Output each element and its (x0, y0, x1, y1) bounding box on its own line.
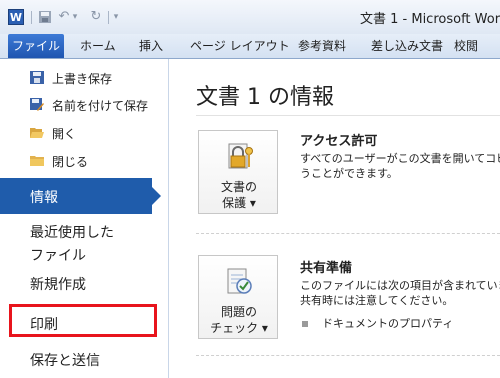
word-app-icon[interactable]: W (8, 9, 24, 25)
tab-page-layout[interactable]: ページ レイアウト (190, 34, 290, 58)
sidebar-item-save-as[interactable]: 名前を付けて保存 (0, 97, 168, 115)
save-icon (30, 71, 44, 84)
prepare-sharing-title: 共有準備 (300, 261, 353, 276)
close-folder-icon (30, 156, 44, 166)
sidebar-item-label: ファイル (30, 248, 86, 264)
sidebar-item-label: 上書き保存 (52, 72, 113, 86)
tab-insert[interactable]: 挿入 (139, 34, 163, 58)
qat-separator (108, 11, 109, 24)
section-divider (196, 355, 500, 356)
description-line: うことができます。 (300, 167, 398, 180)
permissions-title: アクセス許可 (300, 134, 378, 149)
sidebar-item-label: 開く (52, 127, 77, 141)
ribbon-tab-bar: ファイル ホーム 挿入 ページ レイアウト 参考資料 差し込み文書 校閲 (0, 34, 500, 59)
title-divider (196, 115, 500, 116)
tab-home[interactable]: ホーム (80, 34, 116, 58)
sidebar-item-recent[interactable]: 最近使用した ファイル (30, 222, 114, 265)
save-icon[interactable] (38, 9, 52, 25)
properties-list-item: ドキュメントのプロパティ (300, 316, 453, 331)
sidebar-item-close[interactable]: 閉じる (0, 153, 168, 171)
protect-document-button[interactable]: 文書の 保護 ▾ (198, 130, 278, 214)
check-issues-button[interactable]: 問題の チェック ▾ (198, 255, 278, 339)
check-issues-label: 問題の チェック ▾ (199, 304, 279, 336)
info-content-pane: 文書 1 の情報 文書の 保護 ▾ アクセス許可 すべてのユーザーがこの文書を開… (170, 59, 500, 378)
save-as-icon (30, 98, 44, 111)
description-line: 共有時には注意してください。 (300, 294, 454, 307)
qat-separator (31, 11, 32, 24)
open-folder-icon (30, 128, 44, 138)
undo-icon[interactable]: ↶ (57, 9, 71, 25)
description-line: このファイルには次の項目が含まれていま (300, 279, 500, 292)
customize-qat-icon[interactable]: ▾ (112, 9, 120, 25)
sidebar-item-open[interactable]: 開く (0, 125, 168, 143)
prepare-sharing-description: このファイルには次の項目が含まれていま 共有時には注意してください。 (300, 278, 500, 308)
button-label-line: 問題の (220, 305, 257, 319)
tab-mailings[interactable]: 差し込み文書 (371, 34, 443, 58)
title-bar: W ↶ ▾ ↻ ▾ 文書 1 - Microsoft Word (0, 0, 500, 34)
print-highlight-box (9, 304, 157, 337)
page-title: 文書 1 の情報 (196, 85, 334, 110)
sidebar-item-info[interactable]: 情報 (0, 178, 161, 214)
tab-file[interactable]: ファイル (8, 34, 64, 58)
window-title: 文書 1 - Microsoft Word (360, 12, 500, 27)
sidebar-item-label: 名前を付けて保存 (52, 99, 149, 113)
sidebar-item-label: 情報 (30, 190, 58, 206)
button-label-line: 保護 ▾ (222, 196, 256, 210)
sidebar-item-save[interactable]: 上書き保存 (0, 70, 168, 88)
button-label-line: 文書の (220, 180, 257, 194)
section-divider (196, 233, 500, 234)
protect-document-label: 文書の 保護 ▾ (199, 179, 279, 211)
lock-key-icon (228, 143, 253, 169)
sidebar-item-label: 閉じる (52, 155, 89, 169)
sidebar-item-label: 最近使用した (30, 225, 114, 241)
sidebar-item-new[interactable]: 新規作成 (30, 274, 86, 294)
bullet-icon (302, 320, 308, 327)
tab-references[interactable]: 参考資料 (298, 34, 346, 58)
undo-dropdown-icon[interactable]: ▾ (71, 9, 79, 25)
sidebar-item-save-send[interactable]: 保存と送信 (30, 350, 100, 370)
redo-icon[interactable]: ↻ (89, 9, 103, 25)
permissions-description: すべてのユーザーがこの文書を開いてコピ うことができます。 (300, 151, 500, 181)
button-label-line: チェック ▾ (210, 321, 268, 335)
list-item-label: ドキュメントのプロパティ (322, 317, 454, 330)
tab-review[interactable]: 校閲 (454, 34, 478, 58)
inspect-document-icon (227, 268, 252, 294)
description-line: すべてのユーザーがこの文書を開いてコピ (300, 152, 500, 165)
